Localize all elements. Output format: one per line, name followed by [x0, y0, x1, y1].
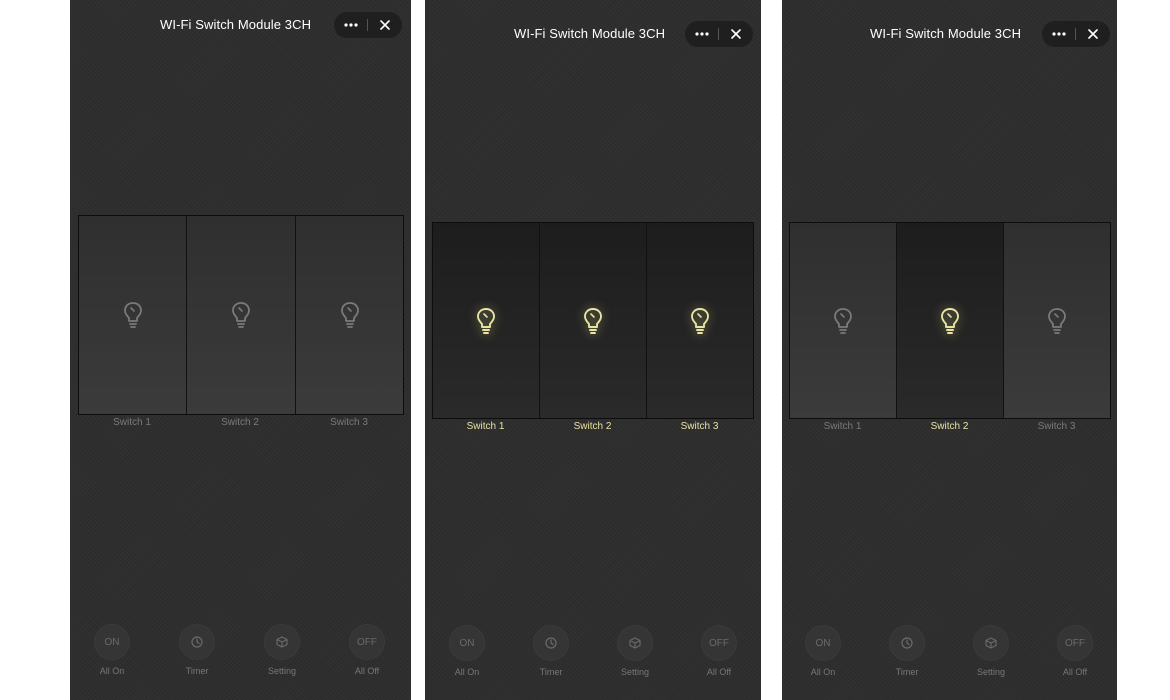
switch-1-label: Switch 1	[823, 421, 862, 432]
all-on-icon: ON	[815, 637, 831, 649]
all-on-label: All On	[99, 666, 125, 676]
timer-button[interactable]	[889, 625, 925, 661]
switch-2-key[interactable]	[540, 223, 646, 418]
page-title: WI-Fi Switch Module 3CH	[514, 26, 666, 41]
switch-1-key[interactable]	[433, 223, 539, 418]
cube-icon	[629, 637, 641, 649]
more-button[interactable]	[334, 12, 368, 38]
switch-2-label: Switch 2	[221, 417, 259, 428]
more-button[interactable]	[1042, 21, 1076, 47]
all-on-button[interactable]: ON	[94, 624, 130, 660]
all-off-icon: OFF	[1065, 637, 1085, 649]
close-button[interactable]	[719, 21, 753, 47]
all-off-icon: OFF	[357, 636, 377, 648]
close-button[interactable]	[368, 12, 402, 38]
cube-icon	[276, 636, 288, 648]
setting-button[interactable]	[973, 625, 1009, 661]
bulb-icon	[1048, 307, 1066, 334]
phone-screen-1: WI-Fi Switch Module 3CH Switch 1 Switch …	[70, 0, 411, 700]
switch-1-label: Switch 1	[113, 417, 151, 428]
page-title: WI-Fi Switch Module 3CH	[160, 17, 312, 32]
timer-button[interactable]	[179, 624, 215, 660]
all-on-button[interactable]: ON	[449, 625, 485, 661]
switch-panel	[789, 222, 1111, 419]
more-icon	[1052, 32, 1066, 36]
close-icon	[380, 20, 390, 30]
phone-screen-3: WI-Fi Switch Module 3CH Switch 1 Switch …	[782, 0, 1117, 700]
switch-1-key[interactable]	[790, 223, 896, 418]
switch-1-label: Switch 1	[466, 421, 505, 432]
bulb-icon	[691, 307, 709, 334]
timer-label: Timer	[895, 667, 919, 677]
clock-icon	[545, 637, 557, 649]
all-on-icon: ON	[459, 637, 475, 649]
phone-screen-2: WI-Fi Switch Module 3CH Switch 1 Switch …	[425, 0, 761, 700]
mini-program-capsule	[685, 21, 753, 47]
bulb-icon	[477, 307, 495, 334]
close-icon	[731, 29, 741, 39]
all-on-button[interactable]: ON	[805, 625, 841, 661]
all-off-button[interactable]: OFF	[701, 625, 737, 661]
switch-3-label: Switch 3	[1037, 421, 1076, 432]
switch-3-key[interactable]	[647, 223, 753, 418]
bulb-icon	[123, 302, 142, 328]
all-off-icon: OFF	[709, 637, 729, 649]
bulb-icon	[340, 302, 359, 328]
all-off-label: All Off	[1062, 667, 1088, 677]
switch-panel	[432, 222, 754, 419]
switch-3-label: Switch 3	[680, 421, 719, 432]
all-off-label: All Off	[354, 666, 380, 676]
mini-program-capsule	[1042, 21, 1110, 47]
all-on-icon: ON	[104, 636, 120, 648]
timer-label: Timer	[185, 666, 209, 676]
clock-icon	[901, 637, 913, 649]
switch-2-label: Switch 2	[930, 421, 969, 432]
bulb-icon	[834, 307, 852, 334]
mini-program-capsule	[334, 12, 402, 38]
switch-2-key[interactable]	[187, 216, 295, 414]
bulb-icon	[232, 302, 250, 328]
setting-button[interactable]	[617, 625, 653, 661]
all-off-label: All Off	[706, 667, 732, 677]
all-off-button[interactable]: OFF	[1057, 625, 1093, 661]
more-icon	[344, 23, 358, 27]
setting-label: Setting	[620, 667, 650, 677]
setting-label: Setting	[267, 666, 297, 676]
more-icon	[695, 32, 709, 36]
clock-icon	[191, 636, 203, 648]
all-off-button[interactable]: OFF	[349, 624, 385, 660]
bulb-icon	[941, 307, 959, 334]
page-title: WI-Fi Switch Module 3CH	[870, 26, 1022, 41]
setting-label: Setting	[976, 667, 1006, 677]
switch-2-key[interactable]	[897, 223, 1003, 418]
all-on-label: All On	[454, 667, 480, 677]
close-icon	[1088, 29, 1098, 39]
switch-2-label: Switch 2	[573, 421, 612, 432]
switch-3-label: Switch 3	[330, 417, 368, 428]
switch-3-key[interactable]	[1004, 223, 1110, 418]
timer-label: Timer	[539, 667, 563, 677]
switch-1-key[interactable]	[79, 216, 186, 414]
all-on-label: All On	[810, 667, 836, 677]
close-button[interactable]	[1076, 21, 1110, 47]
bulb-icon	[584, 307, 602, 334]
switch-panel	[78, 215, 404, 415]
timer-button[interactable]	[533, 625, 569, 661]
cube-icon	[985, 637, 997, 649]
switch-3-key[interactable]	[296, 216, 403, 414]
more-button[interactable]	[685, 21, 719, 47]
setting-button[interactable]	[264, 624, 300, 660]
